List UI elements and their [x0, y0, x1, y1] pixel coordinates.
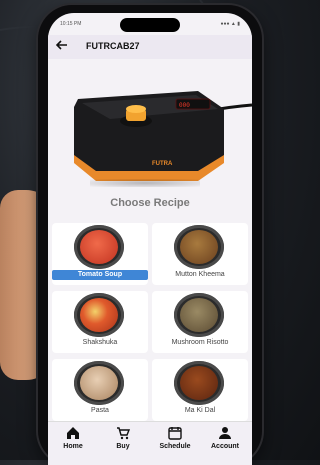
status-time: 10:15 PM — [60, 21, 82, 27]
recipe-image — [174, 361, 224, 405]
svg-text:000: 000 — [179, 102, 190, 109]
cooker-image: 000 FUTRA — [48, 59, 252, 193]
cooker-shadow — [90, 179, 200, 187]
recipe-card-pasta[interactable]: Pasta — [52, 359, 148, 421]
tab-account[interactable]: Account — [200, 426, 250, 462]
recipe-label: Mushroom Risotto — [171, 339, 229, 346]
cooker-illustration: 000 FUTRA — [74, 91, 252, 181]
home-icon — [67, 427, 79, 439]
tab-home[interactable]: Home — [48, 426, 98, 462]
tab-label: Schedule — [159, 443, 191, 450]
bottom-tab-bar: Home Buy Schedule Account — [48, 421, 252, 465]
recipe-image — [74, 293, 124, 337]
tab-label: Home — [63, 443, 83, 450]
recipe-label: Ma Ki Dal — [184, 407, 216, 414]
recipe-label: Pasta — [91, 407, 109, 414]
user-icon — [219, 427, 231, 439]
tab-label: Buy — [116, 443, 130, 450]
recipe-card-ma-ki-dal[interactable]: Ma Ki Dal — [152, 359, 248, 421]
svg-text:FUTRA: FUTRA — [152, 161, 173, 167]
page-title: FUTRCAB27 — [86, 41, 140, 51]
recipe-label: Mutton Kheema — [175, 271, 225, 278]
section-heading: Choose Recipe — [110, 197, 190, 209]
calendar-icon — [168, 427, 182, 440]
back-arrow-icon[interactable] — [55, 39, 70, 53]
app-bar: FUTRCAB27 — [48, 35, 252, 59]
recipe-label: Shakshuka — [82, 339, 118, 346]
tab-buy[interactable]: Buy — [98, 426, 148, 462]
recipe-image — [74, 361, 124, 405]
recipe-image — [174, 293, 224, 337]
dynamic-island — [120, 18, 180, 32]
recipe-grid: Tomato Soup Mutton Kheema Shakshuka Mush… — [48, 223, 252, 423]
app-screen: 10:15 PM ●●● ▲ ▮ FUTRCAB27 000 FUTRA Cho… — [48, 13, 252, 465]
phone-frame: 10:15 PM ●●● ▲ ▮ FUTRCAB27 000 FUTRA Cho… — [38, 5, 262, 465]
status-icons: ●●● ▲ ▮ — [220, 21, 240, 27]
recipe-card-mushroom-risotto[interactable]: Mushroom Risotto — [152, 291, 248, 353]
recipe-image — [174, 225, 224, 269]
recipe-card-mutton-kheema[interactable]: Mutton Kheema — [152, 223, 248, 285]
recipe-card-shakshuka[interactable]: Shakshuka — [52, 291, 148, 353]
cart-icon — [117, 427, 130, 440]
recipe-label: Tomato Soup — [52, 270, 148, 280]
recipe-image — [74, 225, 124, 269]
recipe-card-tomato-soup[interactable]: Tomato Soup — [52, 223, 148, 285]
tab-label: Account — [211, 443, 239, 450]
tab-schedule[interactable]: Schedule — [150, 426, 200, 462]
